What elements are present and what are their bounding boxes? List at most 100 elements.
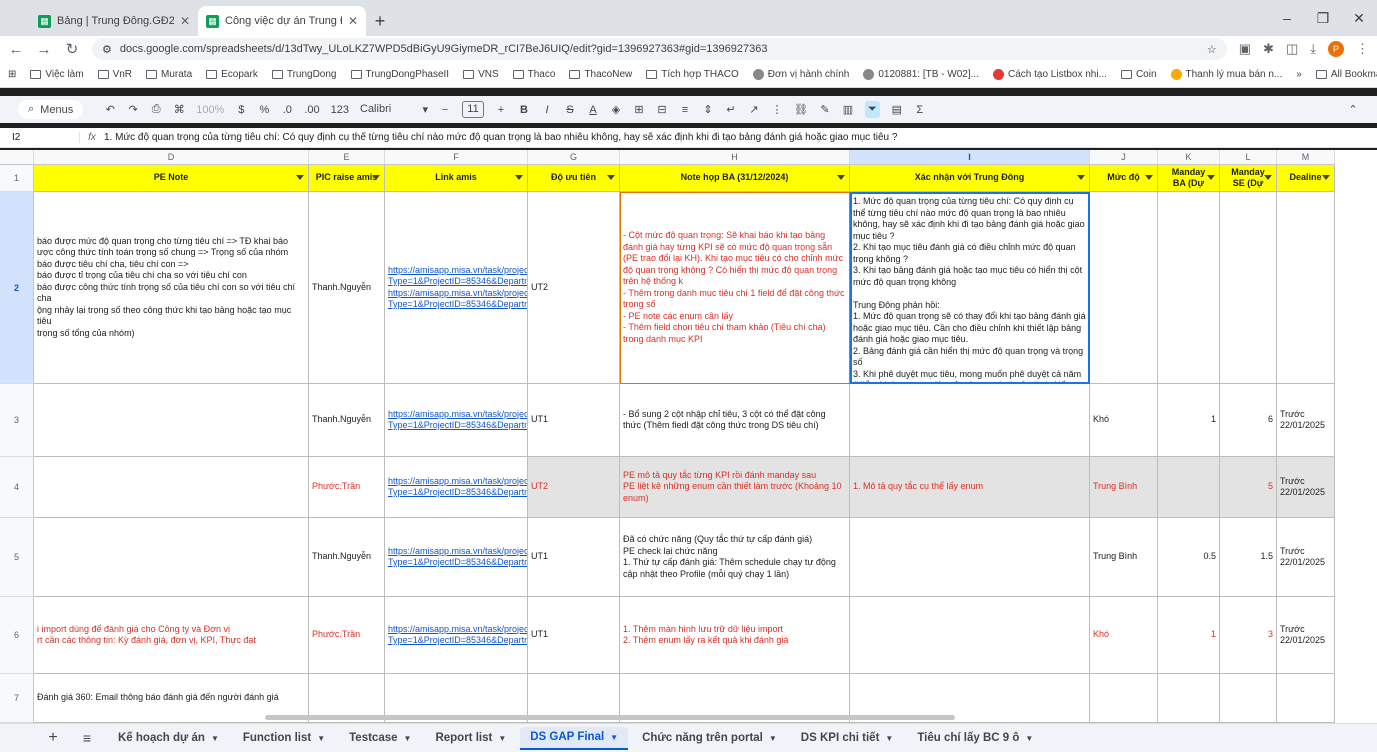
font-select[interactable]: Calibri ▾ (360, 103, 428, 116)
decrease-decimal-button[interactable]: .0 (281, 104, 293, 116)
cell-pic[interactable]: Thanh.Nguyễn (309, 192, 385, 384)
cell-confirm[interactable]: 1. Mô tả quy tắc cụ thể lấy enum (850, 457, 1090, 518)
filter-dropdown-icon[interactable] (1207, 175, 1215, 180)
cell-note-ba[interactable]: Đã có chức năng (Quy tắc thứ tự cấp đánh… (620, 518, 850, 597)
horizontal-scrollbar[interactable] (265, 715, 955, 720)
paint-format-icon[interactable]: ⌘ (173, 103, 185, 116)
sheet-tab[interactable]: Chức năng trên portal ▼ (632, 727, 787, 750)
cell-link[interactable]: https://amisapp.misa.vn/task/project?Typ… (385, 518, 528, 597)
cell-priority[interactable]: UT2 (528, 457, 620, 518)
column-header-K[interactable]: K (1158, 150, 1220, 165)
insert-comment-icon[interactable]: ✎ (819, 103, 831, 116)
filter-views-icon[interactable]: ▤ (891, 103, 903, 116)
sheet-tab[interactable]: Report list ▼ (425, 727, 516, 750)
sheet-tab[interactable]: Tiêu chí lấy BC 9 ô ▼ (907, 727, 1043, 750)
horizontal-align-icon[interactable]: ≡ (679, 104, 691, 116)
filter-dropdown-icon[interactable] (837, 175, 845, 180)
add-sheet-icon[interactable]: + (40, 729, 66, 747)
url-field[interactable]: ⚙ docs.google.com/spreadsheets/d/13dTwy_… (92, 38, 1227, 60)
bookmark-item[interactable]: Thanh lý mua bán n... (1170, 69, 1282, 80)
chevron-down-icon[interactable]: ▼ (1025, 734, 1033, 743)
cell-manday-se[interactable] (1220, 674, 1277, 723)
chevron-down-icon[interactable]: ▼ (404, 734, 412, 743)
column-title[interactable]: Mức độ (1090, 165, 1158, 192)
row-header[interactable]: 6 (0, 597, 34, 674)
cell-link[interactable]: https://amisapp.misa.vn/task/project?Typ… (385, 597, 528, 674)
column-title[interactable]: Manday SE (Dự (1220, 165, 1277, 192)
column-title[interactable]: Xác nhận với Trung Đông (850, 165, 1090, 192)
row-header[interactable]: 1 (0, 165, 34, 192)
fill-color-icon[interactable]: ◈ (610, 103, 622, 116)
close-tab-icon[interactable]: ✕ (180, 14, 190, 28)
cell-manday-ba[interactable] (1158, 192, 1220, 384)
close-window-icon[interactable]: ✕ (1341, 0, 1377, 36)
column-title[interactable]: PE Note (34, 165, 309, 192)
chevron-down-icon[interactable]: ▼ (317, 734, 325, 743)
font-size-increase-icon[interactable]: + (495, 104, 507, 116)
cell-pe-note[interactable] (34, 384, 309, 457)
cell-note-ba[interactable]: - Bổ sung 2 cột nhập chỉ tiêu, 3 cột có … (620, 384, 850, 457)
all-sheets-icon[interactable]: ≡ (70, 730, 104, 746)
cell-level[interactable] (1090, 674, 1158, 723)
cell-link[interactable]: https://amisapp.misa.vn/task/project?Typ… (385, 457, 528, 518)
browser-tab-2[interactable]: ▦ Công việc dự án Trung Đông P ✕ (198, 6, 366, 36)
cell-link[interactable]: https://amisapp.misa.vn/task/project?Typ… (385, 192, 528, 384)
cell-confirm[interactable] (850, 518, 1090, 597)
cell-manday-ba[interactable]: 1 (1158, 597, 1220, 674)
cell-level[interactable]: Trung Bình (1090, 518, 1158, 597)
print-icon[interactable]: ⎙ (150, 103, 162, 116)
all-bookmarks[interactable]: All Bookmarks (1315, 69, 1377, 80)
sheet-tab[interactable]: DS KPI chi tiết ▼ (791, 727, 904, 750)
downloads-icon[interactable]: ⤓ (1310, 41, 1316, 57)
font-size-input[interactable]: 11 (462, 101, 484, 118)
column-header-L[interactable]: L (1220, 150, 1277, 165)
more-bookmarks-icon[interactable]: » (1296, 69, 1302, 80)
new-tab-icon[interactable]: + (366, 6, 394, 36)
cell-pe-note[interactable]: i import dùng để đánh giá cho Công ty và… (34, 597, 309, 674)
bookmark-item[interactable]: Đơn vị hành chính (752, 69, 849, 80)
cell-pic[interactable]: Thanh.Nguyễn (309, 384, 385, 457)
cell-pic[interactable]: Thanh.Nguyễn (309, 518, 385, 597)
cell-pic[interactable]: Phước.Trần (309, 457, 385, 518)
merge-cells-icon[interactable]: ⊟ (656, 103, 668, 116)
increase-decimal-button[interactable]: .00 (304, 104, 319, 116)
extensions-icon[interactable]: ✱ (1263, 41, 1274, 57)
cell-deadline[interactable]: Trước 22/01/2025 (1277, 384, 1335, 457)
forward-icon[interactable]: → (36, 41, 52, 58)
column-header-I[interactable]: I (850, 150, 1090, 165)
column-header-D[interactable]: D (34, 150, 309, 165)
column-header-M[interactable]: M (1277, 150, 1335, 165)
bookmark-item[interactable]: TrungDong (271, 69, 337, 80)
cell-deadline[interactable] (1277, 674, 1335, 723)
collapse-toolbar-icon[interactable]: ⌃ (1347, 103, 1359, 116)
spreadsheet-grid[interactable]: D E F G H I J K L M 1 PE Note PIC raise amis Link ami… (0, 150, 1377, 723)
bookmark-item[interactable]: VnR (97, 69, 132, 80)
filter-dropdown-icon[interactable] (296, 175, 304, 180)
bookmark-item[interactable]: Cách tạo Listbox nhi... (992, 69, 1107, 80)
restore-icon[interactable]: ❐ (1305, 0, 1341, 36)
font-size-decrease-icon[interactable]: − (439, 104, 451, 116)
sheet-tab[interactable]: Testcase ▼ (339, 727, 421, 750)
chevron-down-icon[interactable]: ▼ (885, 734, 893, 743)
cell-note-ba[interactable]: PE mô tả quy tắc từng KPI rồi đánh manda… (620, 457, 850, 518)
text-color-icon[interactable]: A (587, 104, 599, 116)
select-all-corner[interactable] (0, 150, 34, 165)
cell-priority[interactable]: UT1 (528, 597, 620, 674)
cell-manday-ba[interactable] (1158, 457, 1220, 518)
chevron-down-icon[interactable]: ▼ (610, 733, 618, 742)
bookmark-item[interactable]: ThacoNew (569, 69, 632, 80)
row-header[interactable]: 5 (0, 518, 34, 597)
site-info-icon[interactable]: ⚙ (102, 43, 112, 56)
strikethrough-icon[interactable]: S (564, 104, 576, 116)
number-format-button[interactable]: 123 (331, 104, 349, 116)
cell-level[interactable]: Trung Bình (1090, 457, 1158, 518)
minimize-icon[interactable]: – (1269, 0, 1305, 36)
cell-manday-se[interactable]: 1.5 (1220, 518, 1277, 597)
row-header[interactable]: 7 (0, 674, 34, 723)
bookmark-item[interactable]: 0120881: [TB - W02]... (863, 69, 979, 80)
bookmark-item[interactable]: TrungDongPhaseII (350, 69, 449, 80)
bookmark-star-icon[interactable]: ☆ (1207, 43, 1217, 56)
formula-input[interactable]: 1. Mức độ quan trọng của từng tiêu chí: … (104, 132, 1377, 143)
bookmark-item[interactable]: Murata (146, 69, 192, 80)
filter-dropdown-icon[interactable] (372, 175, 380, 180)
